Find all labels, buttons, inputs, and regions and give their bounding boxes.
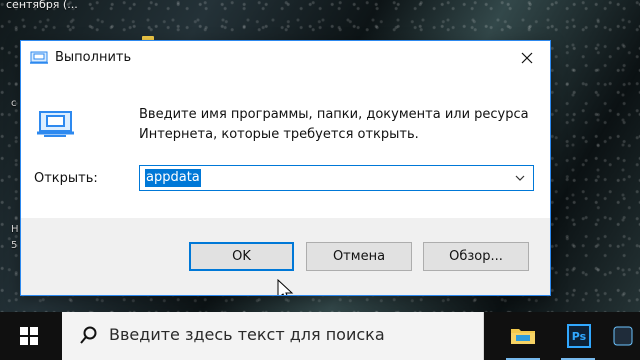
desktop-top-text: сентября (... — [6, 0, 78, 11]
taskbar-folder-button[interactable] — [497, 312, 549, 360]
taskbar-photoshop-button[interactable]: Ps — [553, 312, 605, 360]
run-icon — [30, 51, 48, 64]
dialog-title: Выполнить — [55, 50, 132, 65]
open-label: Открыть: — [34, 171, 98, 186]
dialog-titlebar[interactable]: Выполнить — [21, 41, 550, 75]
taskbar-search-box[interactable]: Введите здесь текст для поиска — [62, 312, 484, 360]
description-line: Интернета, которые требуется открыть. — [139, 127, 419, 142]
open-combobox[interactable]: appdata — [139, 165, 534, 191]
cancel-button[interactable]: Отмена — [306, 242, 412, 271]
app-icon — [613, 326, 633, 346]
close-button[interactable] — [512, 46, 542, 70]
close-icon — [521, 52, 533, 64]
dialog-description: Введите имя программы, папки, документа … — [139, 105, 534, 145]
chevron-down-icon[interactable] — [514, 172, 526, 184]
start-button[interactable] — [0, 312, 58, 360]
search-icon — [80, 326, 97, 344]
folder-icon — [511, 329, 535, 344]
open-input[interactable] — [140, 166, 510, 190]
desktop-fragment: с — [11, 98, 17, 109]
browse-button[interactable]: Обзор... — [423, 242, 529, 271]
taskbar-extra-button[interactable] — [606, 312, 640, 360]
run-icon — [37, 111, 74, 137]
taskbar: Введите здесь текст для поиска Ps — [0, 312, 640, 360]
desktop-fragment: Н — [11, 224, 19, 235]
taskbar-search-placeholder: Введите здесь текст для поиска — [109, 325, 385, 344]
photoshop-icon: Ps — [567, 324, 591, 348]
description-line: Введите имя программы, папки, документа … — [139, 107, 529, 122]
ok-button[interactable]: OK — [189, 242, 294, 271]
desktop-fragment: 5 — [11, 240, 18, 251]
run-dialog: Выполнить Введите имя программы, папки, … — [20, 40, 551, 296]
windows-icon — [20, 327, 38, 345]
